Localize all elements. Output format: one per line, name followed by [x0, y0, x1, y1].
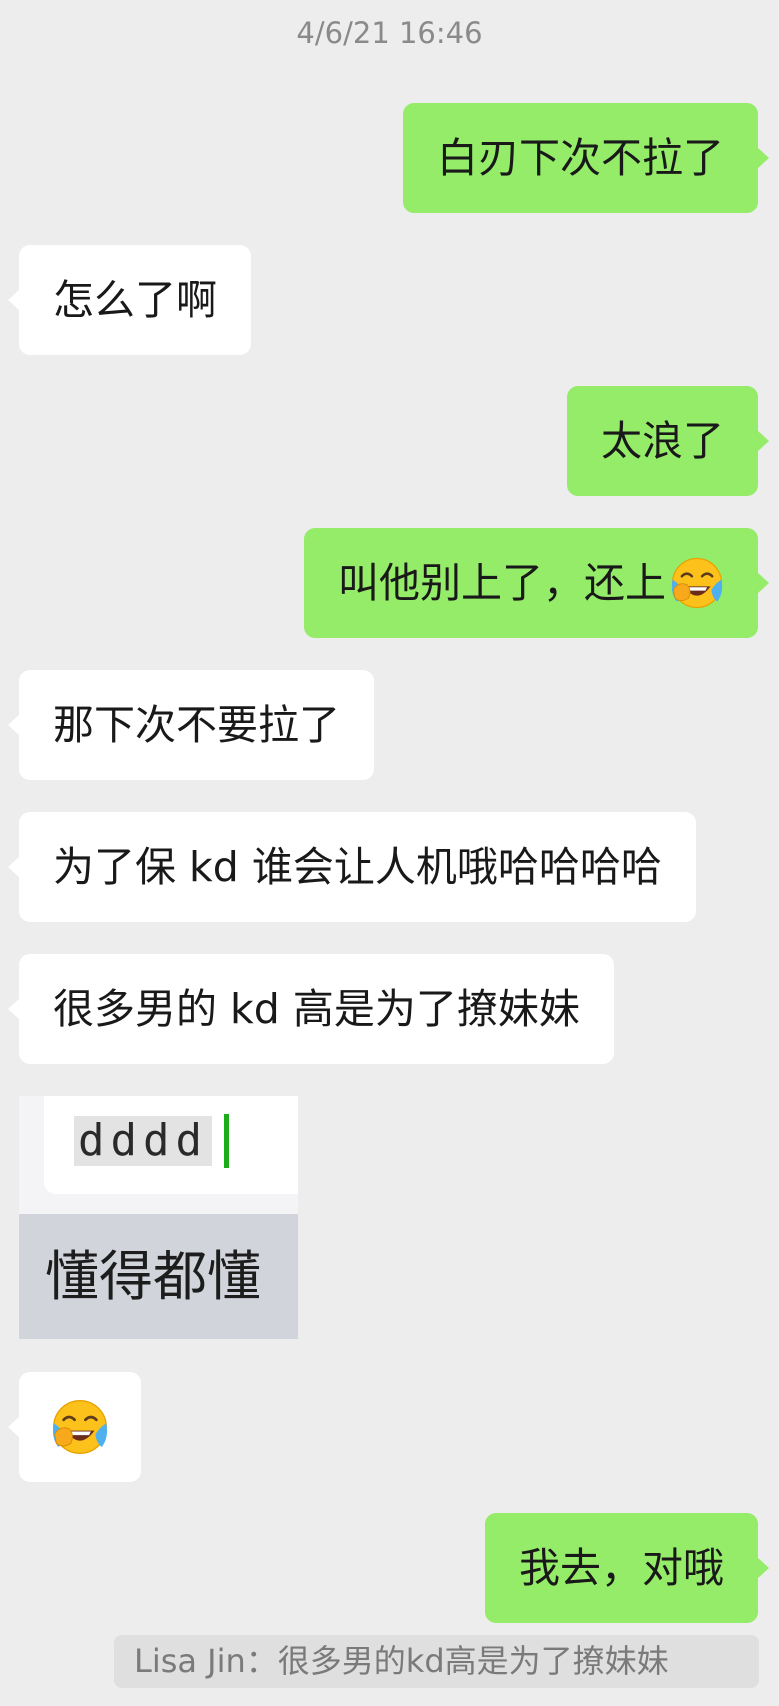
quoted-message[interactable]: Lisa Jin：很多男的kd高是为了撩妹妹: [114, 1635, 759, 1688]
sticker-input-box: dddd: [44, 1096, 298, 1194]
sticker-typed-text: dddd: [74, 1116, 212, 1166]
message-text: 太浪了: [601, 417, 724, 465]
sticker-caption-band: 懂得都懂: [19, 1214, 298, 1339]
chat-timestamp: 4/6/21 16:46: [296, 16, 483, 50]
message-bubble-incoming[interactable]: 那下次不要拉了: [8, 670, 374, 780]
message-bubble-incoming[interactable]: [8, 1372, 141, 1482]
message-bubble-incoming[interactable]: 很多男的 kd 高是为了撩妹妹: [8, 954, 614, 1064]
message-text: 那下次不要拉了: [53, 701, 340, 749]
sticker-caption: 懂得都懂: [45, 1245, 261, 1308]
message-bubble-incoming[interactable]: 为了保 kd 谁会让人机哦哈哈哈哈: [8, 812, 696, 922]
message-bubble-outgoing[interactable]: 太浪了: [567, 386, 769, 496]
message-bubble-outgoing[interactable]: 我去，对哦: [485, 1513, 769, 1623]
message-text: 白刃下次不拉了: [437, 134, 724, 182]
sticker-image[interactable]: dddd 懂得都懂: [19, 1096, 298, 1339]
message-text: 很多男的 kd 高是为了撩妹妹: [53, 985, 580, 1033]
sticker-text-cursor: [224, 1114, 229, 1168]
face-with-tears-of-joy-icon: [670, 556, 724, 610]
message-bubble-outgoing[interactable]: 白刃下次不拉了: [403, 103, 769, 213]
message-bubble-outgoing[interactable]: 叫他别上了，还上: [304, 528, 769, 638]
quoted-message-text: Lisa Jin：很多男的kd高是为了撩妹妹: [134, 1642, 669, 1680]
message-text: 怎么了啊: [53, 276, 217, 324]
face-with-tears-of-joy-icon: [51, 1398, 109, 1456]
message-text: 为了保 kd 谁会让人机哦哈哈哈哈: [53, 843, 662, 891]
message-bubble-incoming[interactable]: 怎么了啊: [8, 245, 251, 355]
message-text: 叫他别上了，还上: [338, 559, 666, 607]
message-text: 我去，对哦: [519, 1544, 724, 1592]
